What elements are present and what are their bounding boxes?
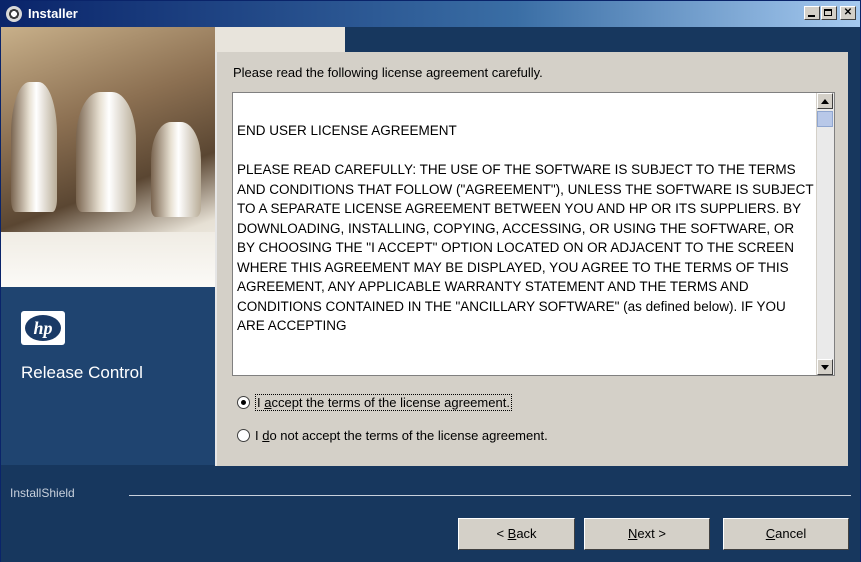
chess-piece-pawn-icon bbox=[151, 122, 201, 217]
license-text-area[interactable]: END USER LICENSE AGREEMENT PLEASE READ C… bbox=[232, 92, 835, 376]
license-content-panel: Please read the following license agreem… bbox=[215, 52, 848, 466]
installer-app-icon bbox=[6, 6, 22, 22]
arrow-down-icon bbox=[821, 365, 829, 370]
header-image-strip bbox=[215, 27, 345, 52]
decline-label-rest: o not accept the terms of the license ag… bbox=[269, 428, 548, 443]
accept-radio-button[interactable] bbox=[237, 396, 250, 409]
installer-sidebar: hp Release Control bbox=[1, 27, 215, 465]
hp-logo-mark: hp bbox=[25, 315, 61, 341]
next-label-rest: ext > bbox=[637, 526, 666, 541]
chess-piece-queen-icon bbox=[76, 92, 136, 212]
minimize-button[interactable] bbox=[804, 6, 820, 20]
accept-license-option[interactable]: I accept the terms of the license agreem… bbox=[237, 394, 512, 411]
installer-window: Installer ✕ hp Release Control Please re… bbox=[0, 0, 861, 562]
window-title: Installer bbox=[28, 6, 78, 21]
arrow-up-icon bbox=[821, 99, 829, 104]
back-label-prefix: < bbox=[496, 526, 508, 541]
next-label-mnemonic: N bbox=[628, 526, 638, 541]
installshield-brand: InstallShield bbox=[10, 486, 75, 500]
decline-radio-button[interactable] bbox=[237, 429, 250, 442]
scrollbar-thumb[interactable] bbox=[817, 111, 833, 127]
scroll-up-button[interactable] bbox=[817, 93, 833, 109]
back-button[interactable]: < Back bbox=[458, 518, 575, 550]
cancel-button[interactable]: Cancel bbox=[723, 518, 849, 550]
product-name: Release Control bbox=[21, 363, 143, 382]
minimize-icon bbox=[808, 15, 815, 17]
scroll-down-button[interactable] bbox=[817, 359, 833, 375]
license-scrollbar[interactable] bbox=[816, 93, 834, 375]
decline-license-option[interactable]: I do not accept the terms of the license… bbox=[237, 428, 548, 443]
maximize-button[interactable] bbox=[821, 6, 837, 20]
accept-radio-label[interactable]: I accept the terms of the license agreem… bbox=[255, 394, 512, 411]
decline-radio-label[interactable]: I do not accept the terms of the license… bbox=[255, 428, 548, 443]
chess-piece-king-icon bbox=[11, 82, 57, 212]
back-label-rest: ack bbox=[516, 526, 537, 541]
close-icon: ✕ bbox=[843, 7, 853, 18]
close-button[interactable]: ✕ bbox=[840, 6, 856, 20]
cancel-label-mnemonic: C bbox=[765, 526, 776, 541]
license-agreement-text: END USER LICENSE AGREEMENT PLEASE READ C… bbox=[237, 123, 814, 333]
cancel-label-rest: ancel bbox=[775, 526, 807, 541]
license-prompt: Please read the following license agreem… bbox=[233, 65, 543, 80]
accept-label-rest: ccept the terms of the license agreement… bbox=[271, 395, 510, 410]
maximize-icon bbox=[824, 9, 832, 16]
title-bar[interactable]: Installer ✕ bbox=[1, 1, 860, 27]
footer-divider bbox=[129, 495, 851, 496]
chessboard-surface bbox=[1, 232, 215, 287]
chess-pieces-image bbox=[1, 27, 215, 287]
hp-logo: hp bbox=[21, 311, 65, 345]
next-button[interactable]: Next > bbox=[584, 518, 710, 550]
installer-footer: InstallShield < Back Next > Cancel bbox=[1, 466, 860, 562]
